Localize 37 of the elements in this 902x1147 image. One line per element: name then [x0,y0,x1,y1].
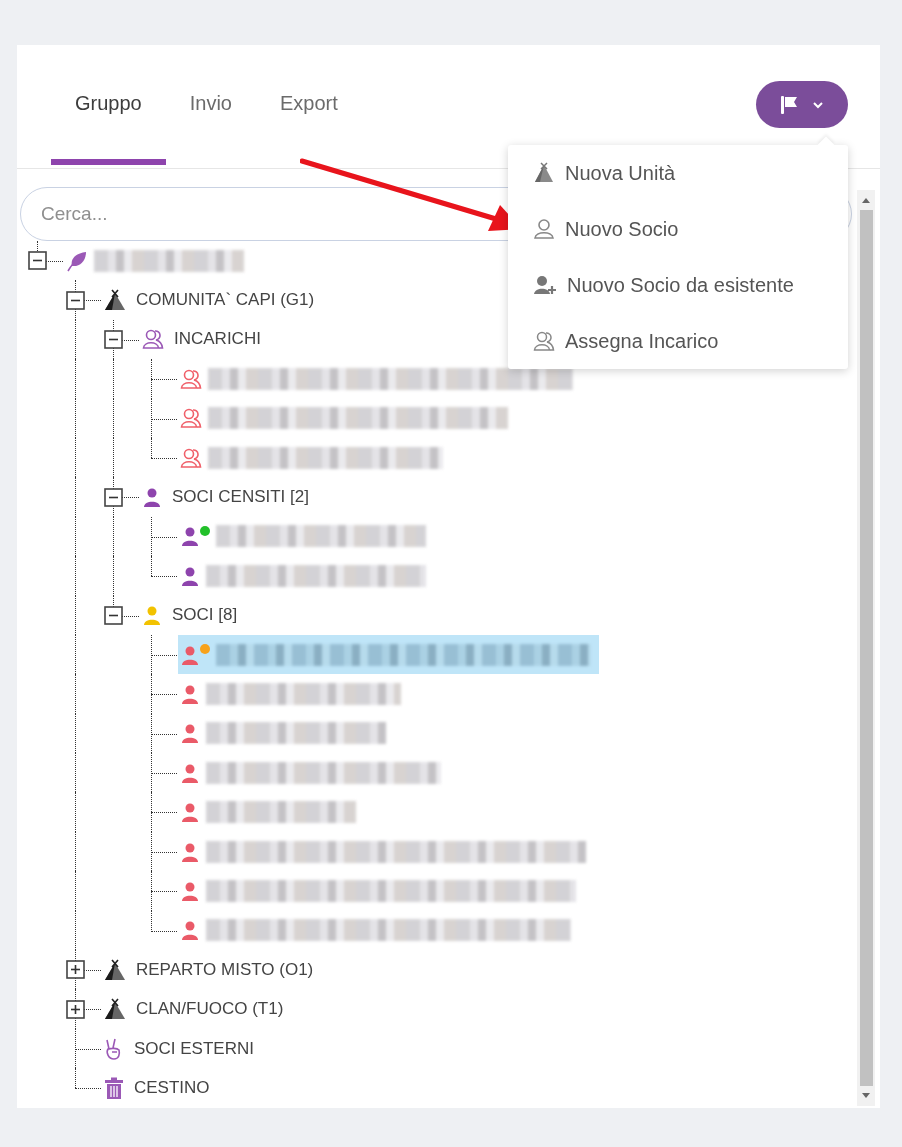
collapse-icon[interactable] [104,487,123,507]
tree-item[interactable]: REPARTO MISTO (O1) [102,950,322,990]
tree-item[interactable]: SOCI CENSITI [2] [140,477,317,517]
tree-item[interactable]: SOCI [8] [140,595,246,635]
tree-item[interactable]: CLAN/FUOCO (T1) [102,989,292,1029]
trash-icon [104,1076,124,1099]
tab[interactable]: Invio [165,76,256,165]
expand-icon[interactable] [66,960,85,980]
flag-icon [780,94,798,115]
tent-icon [533,162,555,184]
collapse-icon[interactable] [28,251,47,271]
user-plus-icon [533,274,557,296]
expand-icon[interactable] [66,999,85,1019]
tent-icon [104,998,126,1021]
scrollbar-thumb[interactable] [859,210,873,1086]
user-icon [533,218,555,240]
action-menu-button[interactable] [756,81,848,128]
scrollbar[interactable] [857,190,875,1106]
menu-item[interactable]: Nuovo Socio da esistente [508,257,848,313]
users-icon [533,330,555,352]
tree-item[interactable]: SOCI ESTERNI [102,1029,262,1068]
tree-item[interactable]: INCARICHI [140,319,269,359]
tab[interactable]: Gruppo [51,76,166,165]
collapse-icon[interactable] [66,290,85,310]
collapse-icon[interactable] [104,605,123,625]
tab[interactable]: Export [255,76,362,165]
scroll-down-icon[interactable] [861,1092,871,1100]
menu-item[interactable]: Assegna Incarico [508,313,848,369]
feather-icon [66,249,88,272]
tree-item[interactable] [178,635,599,675]
scroll-up-icon[interactable] [861,196,871,204]
tent-icon [104,958,126,981]
tent-icon [104,289,126,312]
caret-icon [812,100,824,109]
collapse-icon[interactable] [104,329,123,349]
tree-item[interactable]: CESTINO [102,1068,218,1108]
tree-item[interactable]: COMUNITA` CAPI (G1) [102,280,323,320]
